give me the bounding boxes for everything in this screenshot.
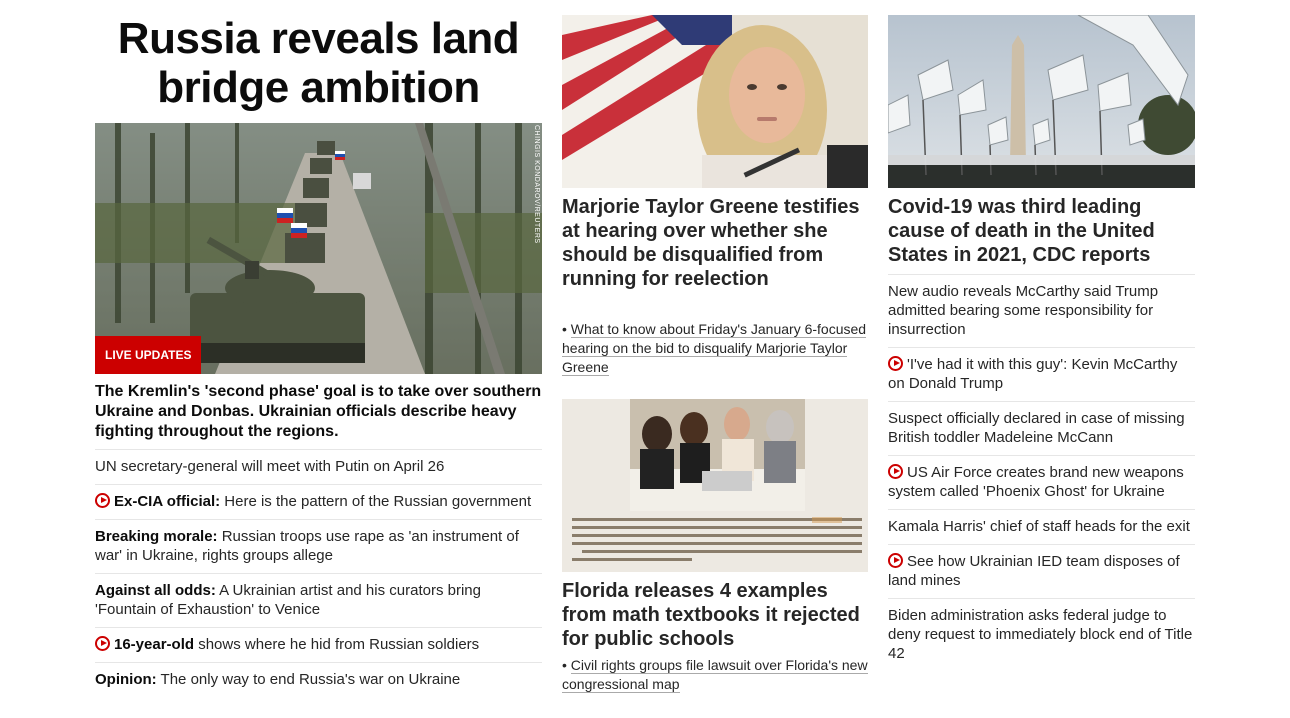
covid-image[interactable]: [888, 15, 1195, 188]
play-icon: [888, 553, 903, 568]
play-icon: [95, 636, 110, 651]
covid-related-list: New audio reveals McCarthy said Trump ad…: [888, 274, 1195, 671]
list-item[interactable]: UN secretary-general will meet with Puti…: [95, 449, 542, 484]
list-item[interactable]: Against all odds: A Ukrainian artist and…: [95, 573, 542, 627]
play-icon: [95, 493, 110, 508]
list-item[interactable]: Opinion: The only way to end Russia's wa…: [95, 662, 542, 697]
list-item[interactable]: Biden administration asks federal judge …: [888, 598, 1195, 671]
mtg-image[interactable]: [562, 15, 868, 188]
memorial-flags-photo: [888, 15, 1195, 188]
lead-summary[interactable]: The Kremlin's 'second phase' goal is to …: [95, 382, 542, 442]
list-item[interactable]: Breaking morale: Russian troops use rape…: [95, 519, 542, 573]
list-item[interactable]: Kamala Harris' chief of staff heads for …: [888, 509, 1195, 544]
florida-title[interactable]: Florida releases 4 examples from math te…: [562, 579, 868, 651]
list-item[interactable]: New audio reveals McCarthy said Trump ad…: [888, 274, 1195, 347]
list-item[interactable]: 'I've had it with this guy': Kevin McCar…: [888, 347, 1195, 401]
lead-image[interactable]: CHINGIS KONDAROV/REUTERS LIVE UPDATES: [95, 123, 542, 374]
textbook-photo: [562, 399, 868, 572]
lead-related-list: UN secretary-general will meet with Puti…: [95, 449, 542, 697]
list-item[interactable]: US Air Force creates brand new weapons s…: [888, 455, 1195, 509]
florida-sub-link[interactable]: • Civil rights groups file lawsuit over …: [562, 656, 868, 694]
play-icon: [888, 356, 903, 371]
mtg-photo: [562, 15, 868, 188]
list-item[interactable]: See how Ukrainian IED team disposes of l…: [888, 544, 1195, 598]
covid-title[interactable]: Covid-19 was third leading cause of deat…: [888, 195, 1195, 267]
list-item[interactable]: 16-year-old shows where he hid from Russ…: [95, 627, 542, 662]
live-updates-badge[interactable]: LIVE UPDATES: [95, 336, 202, 374]
list-item[interactable]: Suspect officially declared in case of m…: [888, 401, 1195, 455]
mtg-sub-link[interactable]: • What to know about Friday's January 6-…: [562, 320, 868, 377]
photo-credit: CHINGIS KONDAROV/REUTERS: [533, 125, 540, 244]
lead-headline[interactable]: Russia reveals land bridge ambition: [95, 14, 542, 112]
play-icon: [888, 464, 903, 479]
florida-image[interactable]: [562, 399, 868, 572]
list-item[interactable]: Ex-CIA official: Here is the pattern of …: [95, 484, 542, 519]
mtg-title[interactable]: Marjorie Taylor Greene testifies at hear…: [562, 195, 868, 291]
